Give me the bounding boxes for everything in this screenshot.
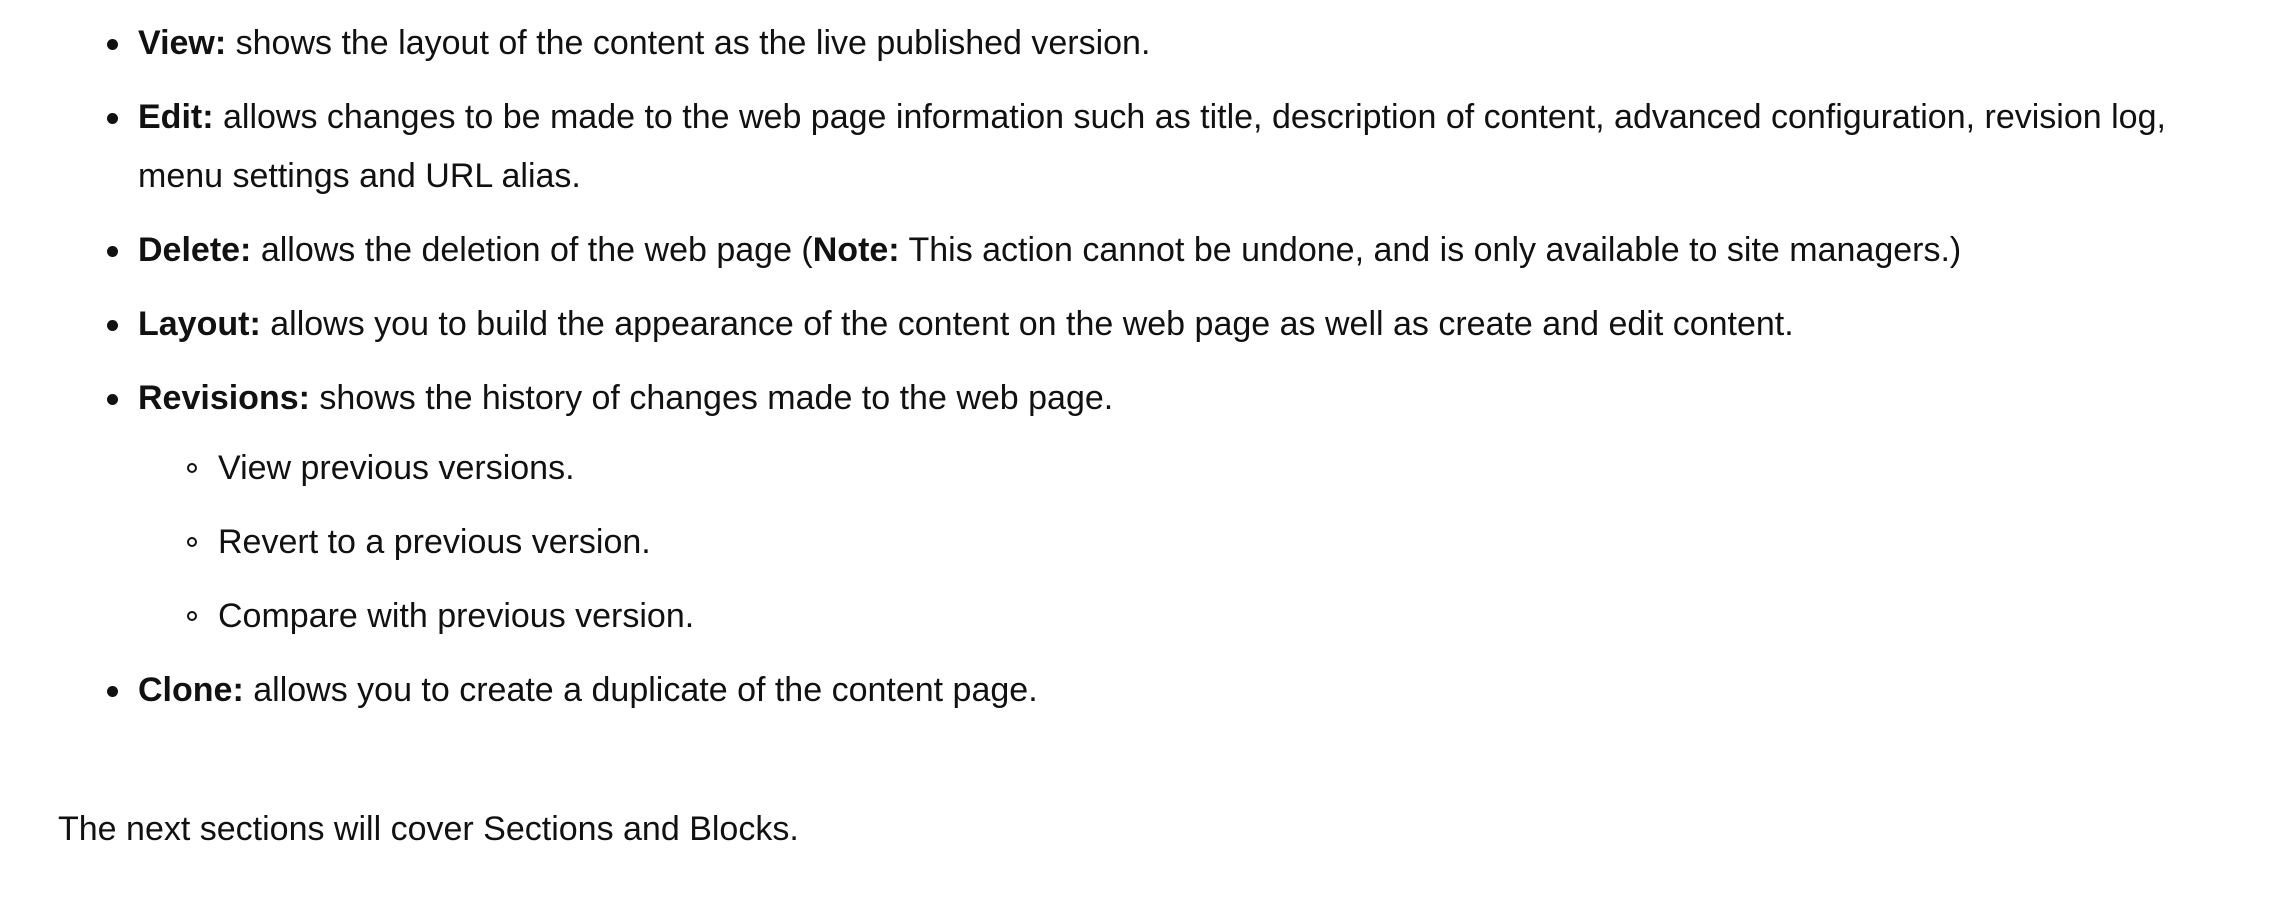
- revisions-sub-list: View previous versions. Revert to a prev…: [138, 439, 2240, 646]
- circle-bullet-icon: [187, 611, 197, 621]
- item-term: Edit:: [138, 98, 214, 136]
- list-item-edit: Edit: allows changes to be made to the w…: [0, 88, 2240, 206]
- item-term: Layout:: [138, 305, 261, 343]
- item-text: shows the layout of the content as the l…: [226, 24, 1151, 62]
- list-item-delete: Delete: allows the deletion of the web p…: [0, 221, 2240, 280]
- sub-item-text: View previous versions.: [218, 449, 575, 487]
- item-text: allows the deletion of the web page (: [251, 231, 813, 269]
- sub-list-item: View previous versions.: [138, 439, 2240, 498]
- bullet-icon: [107, 686, 118, 697]
- item-text: allows changes to be made to the web pag…: [138, 98, 2166, 195]
- sub-list-item: Revert to a previous version.: [138, 513, 2240, 572]
- action-list: View: shows the layout of the content as…: [0, 14, 2282, 735]
- bullet-icon: [107, 113, 118, 124]
- item-text: shows the history of changes made to the…: [309, 379, 1114, 417]
- item-term: Revisions:: [138, 379, 310, 417]
- item-term: Delete:: [138, 231, 252, 269]
- note-text: This action cannot be undone, and is onl…: [899, 231, 1962, 269]
- circle-bullet-icon: [187, 537, 197, 547]
- item-text: allows you to create a duplicate of the …: [243, 671, 1038, 709]
- list-item-view: View: shows the layout of the content as…: [0, 14, 2240, 73]
- sub-list-item: Compare with previous version.: [138, 587, 2240, 646]
- item-term: View:: [138, 24, 227, 62]
- document-page: View: shows the layout of the content as…: [0, 0, 2282, 904]
- item-term: Clone:: [138, 671, 244, 709]
- item-text: allows you to build the appearance of th…: [260, 305, 1794, 343]
- sub-item-text: Revert to a previous version.: [218, 523, 651, 561]
- list-item-clone: Clone: allows you to create a duplicate …: [0, 661, 2240, 720]
- closing-paragraph: The next sections will cover Sections an…: [58, 810, 799, 848]
- bullet-icon: [107, 39, 118, 50]
- list-item-layout: Layout: allows you to build the appearan…: [0, 295, 2240, 354]
- bullet-icon: [107, 320, 118, 331]
- circle-bullet-icon: [187, 463, 197, 473]
- sub-item-text: Compare with previous version.: [218, 597, 695, 635]
- list-item-revisions: Revisions: shows the history of changes …: [0, 369, 2240, 646]
- note-term: Note:: [812, 231, 900, 269]
- bullet-icon: [107, 394, 118, 405]
- bullet-icon: [107, 246, 118, 257]
